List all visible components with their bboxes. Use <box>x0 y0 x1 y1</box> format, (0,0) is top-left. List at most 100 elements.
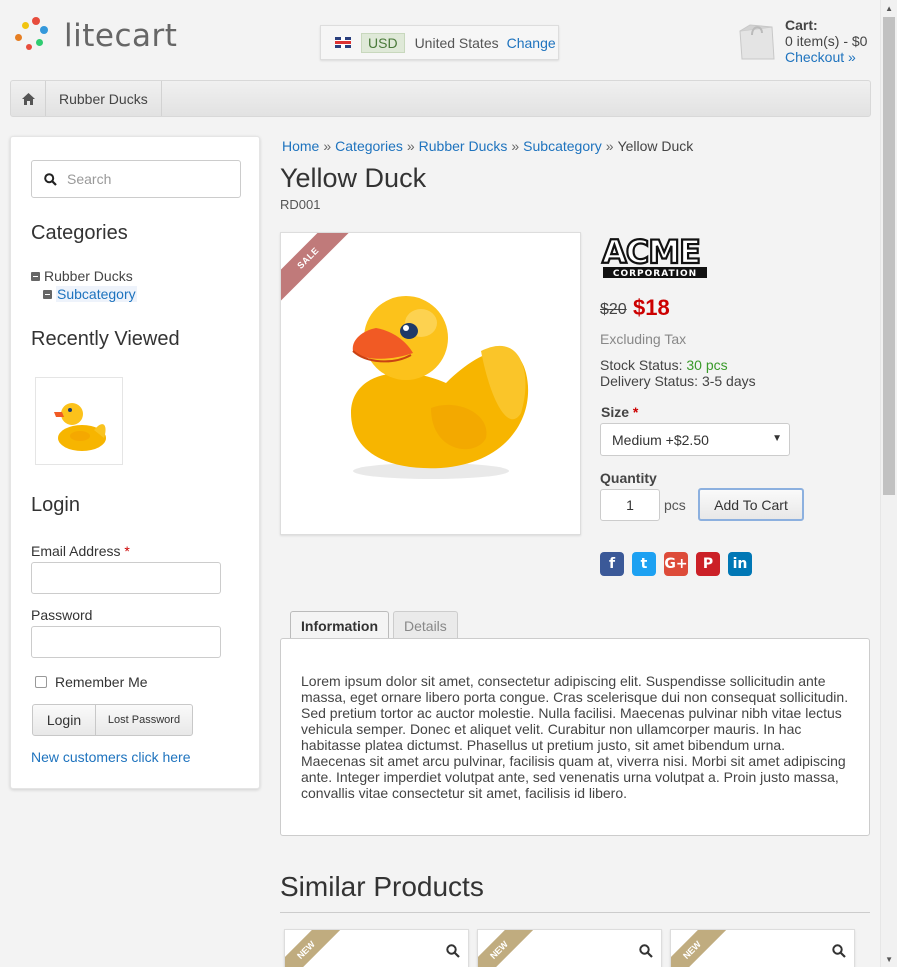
nav-item-rubber-ducks[interactable]: Rubber Ducks <box>46 81 162 116</box>
quantity-label: Quantity <box>600 470 657 486</box>
facebook-icon[interactable]: f <box>600 552 624 576</box>
similar-product-card[interactable]: NEW <box>670 929 855 967</box>
similar-products-heading: Similar Products <box>280 871 484 902</box>
cart-summary: 0 item(s) - $0 <box>785 33 868 49</box>
login-button-group: Login Lost Password <box>32 704 193 736</box>
search-input[interactable] <box>67 171 217 187</box>
checkout-link[interactable]: Checkout » <box>785 49 856 65</box>
remember-label: Remember Me <box>55 674 148 690</box>
new-customers-link[interactable]: New customers click here <box>31 749 191 765</box>
breadcrumb-categories[interactable]: Categories <box>335 138 403 154</box>
size-selected-value: Medium +$2.50 <box>612 431 709 448</box>
sale-price: $18 <box>633 295 670 320</box>
country-label: United States <box>414 34 499 51</box>
information-panel: Lorem ipsum dolor sit amet, consectetur … <box>280 638 870 836</box>
remember-me[interactable]: Remember Me <box>35 674 148 690</box>
shopping-bag-icon <box>739 24 775 60</box>
delivery-label: Delivery Status: <box>600 373 699 389</box>
currency-badge: USD <box>361 32 405 53</box>
category-rubber-ducks[interactable]: Rubber Ducks <box>31 268 133 284</box>
new-ribbon: NEW <box>478 930 541 967</box>
home-nav-button[interactable] <box>11 81 46 116</box>
product-tabs: Information Details <box>290 611 458 639</box>
breadcrumb: Home» Categories» Rubber Ducks» Subcategory… <box>282 138 693 154</box>
product-title: Yellow Duck <box>280 163 427 193</box>
search-icon <box>44 172 57 186</box>
page-scrollbar[interactable]: ▲ ▼ <box>880 0 897 967</box>
logo-text: litecart <box>64 18 178 54</box>
scroll-down-icon[interactable]: ▼ <box>885 955 893 964</box>
delivery-value: 3-5 days <box>701 373 756 389</box>
lost-password-button[interactable]: Lost Password <box>96 705 192 735</box>
tab-information[interactable]: Information <box>290 611 389 639</box>
cart-widget[interactable]: Cart: 0 item(s) - $0 Checkout » <box>736 17 876 67</box>
recently-viewed-heading: Recently Viewed <box>31 328 180 350</box>
svg-text:ACME: ACME <box>602 233 700 271</box>
change-region-link[interactable]: Change <box>507 35 556 51</box>
yellow-duck-image <box>351 296 529 479</box>
breadcrumb-rubber-ducks[interactable]: Rubber Ducks <box>419 138 508 154</box>
linkedin-icon[interactable]: in <box>728 552 752 576</box>
breadcrumb-separator: » <box>605 138 614 154</box>
sidebar: Categories Rubber Ducks Subcategory Rece… <box>10 136 260 789</box>
category-label: Subcategory <box>56 286 137 302</box>
region-selector[interactable]: USD United States Change <box>320 25 559 60</box>
stock-info: Stock Status: 30 pcs Delivery Status: 3-… <box>600 357 756 389</box>
similar-product-card[interactable]: NEW <box>284 929 469 967</box>
new-ribbon: NEW <box>671 930 734 967</box>
password-field[interactable] <box>31 626 221 658</box>
size-select[interactable]: Medium +$2.50 ▼ <box>600 423 790 456</box>
product-image[interactable]: SALE <box>280 232 581 535</box>
breadcrumb-current: Yellow Duck <box>617 138 694 154</box>
stock-label: Stock Status: <box>600 357 683 373</box>
breadcrumb-subcategory[interactable]: Subcategory <box>523 138 602 154</box>
old-price: $20 <box>600 301 627 318</box>
product-description: Lorem ipsum dolor sit amet, consectetur … <box>301 673 849 801</box>
login-button[interactable]: Login <box>33 705 96 735</box>
quantity-input[interactable]: 1 <box>600 489 660 521</box>
main-navbar: Rubber Ducks <box>10 80 871 117</box>
duck-thumbnail <box>54 403 106 451</box>
quantity-unit: pcs <box>664 497 686 513</box>
new-ribbon: NEW <box>285 930 348 967</box>
tab-details[interactable]: Details <box>393 611 458 639</box>
product-sku: RD001 <box>280 197 321 212</box>
collapse-icon <box>43 289 52 299</box>
google-plus-icon[interactable]: G+ <box>664 552 688 576</box>
email-label: Email Address * <box>31 543 130 559</box>
remember-checkbox[interactable] <box>35 676 47 688</box>
breadcrumb-separator: » <box>323 138 332 154</box>
category-subcategory[interactable]: Subcategory <box>43 286 137 302</box>
collapse-icon <box>31 271 40 281</box>
litecart-logo[interactable]: litecart <box>14 14 194 58</box>
zoom-icon[interactable] <box>639 944 653 958</box>
uk-flag-icon <box>335 37 351 48</box>
tax-note: Excluding Tax <box>600 331 687 347</box>
breadcrumb-home[interactable]: Home <box>282 138 319 154</box>
stock-value: 30 pcs <box>686 357 728 373</box>
dropdown-caret-icon: ▼ <box>772 433 782 444</box>
zoom-icon[interactable] <box>832 944 846 958</box>
home-icon <box>21 92 35 105</box>
svg-text:CORPORATION: CORPORATION <box>613 269 697 279</box>
acme-manufacturer-logo[interactable]: ACME CORPORATION <box>600 233 710 281</box>
breadcrumb-separator: » <box>511 138 520 154</box>
divider <box>280 912 870 913</box>
scrollbar-thumb[interactable] <box>883 17 895 495</box>
search-box[interactable] <box>31 160 241 198</box>
scroll-up-icon[interactable]: ▲ <box>885 4 893 13</box>
recently-viewed-item[interactable] <box>35 377 123 465</box>
password-label: Password <box>31 607 93 623</box>
breadcrumb-separator: » <box>406 138 415 154</box>
social-share-bar: f t G+ Pin <box>600 552 752 576</box>
zoom-icon[interactable] <box>446 944 460 958</box>
add-to-cart-button[interactable]: Add To Cart <box>698 488 804 521</box>
email-field[interactable] <box>31 562 221 594</box>
similar-product-card[interactable]: NEW <box>477 929 662 967</box>
login-heading: Login <box>31 494 80 516</box>
categories-heading: Categories <box>31 222 128 244</box>
twitter-icon[interactable]: t <box>632 552 656 576</box>
cart-title: Cart: <box>785 17 818 33</box>
pinterest-icon[interactable]: P <box>696 552 720 576</box>
category-label: Rubber Ducks <box>44 268 133 284</box>
